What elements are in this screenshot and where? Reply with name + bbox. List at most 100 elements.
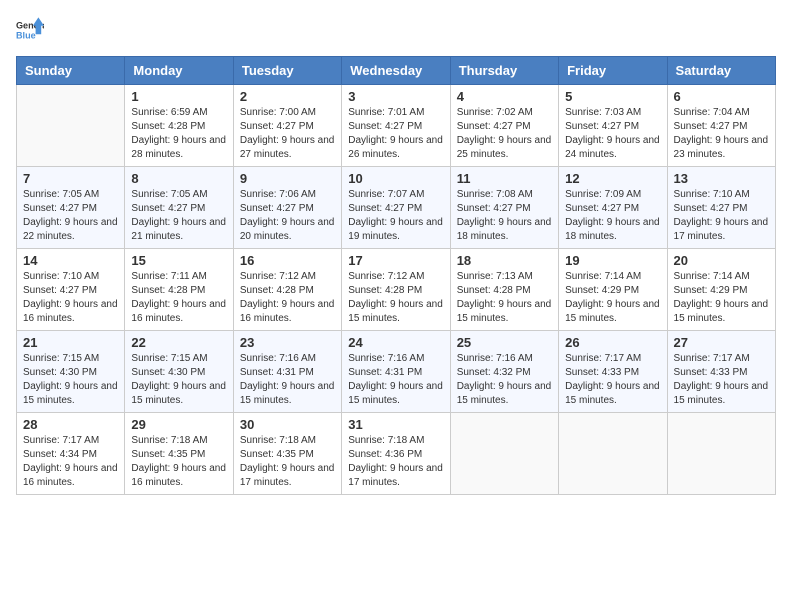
day-number: 31: [348, 417, 443, 432]
day-info: Sunrise: 7:16 AMSunset: 4:32 PMDaylight:…: [457, 352, 552, 408]
calendar-week-4: 21 Sunrise: 7:15 AMSunset: 4:30 PMDayligh…: [17, 331, 776, 413]
calendar-cell: 17 Sunrise: 7:12 AMSunset: 4:28 PMDayligh…: [342, 249, 450, 331]
day-info: Sunrise: 7:17 AMSunset: 4:33 PMDaylight:…: [674, 352, 769, 408]
day-info: Sunrise: 7:00 AMSunset: 4:27 PMDaylight:…: [240, 106, 335, 162]
day-info: Sunrise: 7:17 AMSunset: 4:33 PMDaylight:…: [565, 352, 660, 408]
calendar-cell: 13 Sunrise: 7:10 AMSunset: 4:27 PMDayligh…: [667, 167, 775, 249]
day-info: Sunrise: 7:10 AMSunset: 4:27 PMDaylight:…: [23, 270, 118, 326]
day-info: Sunrise: 7:02 AMSunset: 4:27 PMDaylight:…: [457, 106, 552, 162]
calendar-cell: 15 Sunrise: 7:11 AMSunset: 4:28 PMDayligh…: [125, 249, 233, 331]
calendar-cell: 8 Sunrise: 7:05 AMSunset: 4:27 PMDaylight…: [125, 167, 233, 249]
calendar-cell: 1 Sunrise: 6:59 AMSunset: 4:28 PMDaylight…: [125, 85, 233, 167]
day-number: 22: [131, 335, 226, 350]
day-number: 1: [131, 89, 226, 104]
day-number: 30: [240, 417, 335, 432]
day-info: Sunrise: 7:13 AMSunset: 4:28 PMDaylight:…: [457, 270, 552, 326]
calendar-cell: 21Sunrise: 7:15 AMSunset: 4:30 PMDayligh…: [17, 331, 125, 413]
calendar-cell: [559, 413, 667, 495]
calendar-cell: 9 Sunrise: 7:06 AMSunset: 4:27 PMDaylight…: [233, 167, 341, 249]
calendar-cell: 4Sunrise: 7:02 AMSunset: 4:27 PMDaylight…: [450, 85, 558, 167]
calendar-cell: 31 Sunrise: 7:18 AMSunset: 4:36 PMDayligh…: [342, 413, 450, 495]
header-tuesday: Tuesday: [233, 57, 341, 85]
calendar-week-2: 7 Sunrise: 7:05 AMSunset: 4:27 PMDaylight…: [17, 167, 776, 249]
header: General Blue: [16, 16, 776, 44]
day-info: Sunrise: 7:16 AMSunset: 4:31 PMDaylight:…: [348, 352, 443, 408]
calendar-cell: 18Sunrise: 7:13 AMSunset: 4:28 PMDayligh…: [450, 249, 558, 331]
calendar-week-3: 14 Sunrise: 7:10 AMSunset: 4:27 PMDayligh…: [17, 249, 776, 331]
calendar-cell: 23Sunrise: 7:16 AMSunset: 4:31 PMDayligh…: [233, 331, 341, 413]
day-info: Sunrise: 7:06 AMSunset: 4:27 PMDaylight:…: [240, 188, 335, 244]
day-info: Sunrise: 7:05 AMSunset: 4:27 PMDaylight:…: [131, 188, 226, 244]
calendar-cell: [17, 85, 125, 167]
calendar-cell: 27 Sunrise: 7:17 AMSunset: 4:33 PMDayligh…: [667, 331, 775, 413]
day-info: Sunrise: 7:11 AMSunset: 4:28 PMDaylight:…: [131, 270, 226, 326]
calendar-cell: 12 Sunrise: 7:09 AMSunset: 4:27 PMDayligh…: [559, 167, 667, 249]
day-number: 5: [565, 89, 660, 104]
day-number: 17: [348, 253, 443, 268]
calendar-cell: 20 Sunrise: 7:14 AMSunset: 4:29 PMDayligh…: [667, 249, 775, 331]
day-number: 19: [565, 253, 660, 268]
day-info: Sunrise: 7:18 AMSunset: 4:35 PMDaylight:…: [240, 434, 335, 490]
calendar-cell: 29 Sunrise: 7:18 AMSunset: 4:35 PMDayligh…: [125, 413, 233, 495]
calendar-cell: [450, 413, 558, 495]
day-number: 15: [131, 253, 226, 268]
day-info: Sunrise: 7:07 AMSunset: 4:27 PMDaylight:…: [348, 188, 443, 244]
header-sunday: Sunday: [17, 57, 125, 85]
calendar-cell: [667, 413, 775, 495]
calendar-week-5: 28 Sunrise: 7:17 AMSunset: 4:34 PMDayligh…: [17, 413, 776, 495]
logo-icon: General Blue: [16, 16, 44, 44]
day-info: Sunrise: 7:18 AMSunset: 4:35 PMDaylight:…: [131, 434, 226, 490]
day-info: Sunrise: 7:14 AMSunset: 4:29 PMDaylight:…: [674, 270, 769, 326]
day-number: 21: [23, 335, 118, 350]
day-info: Sunrise: 7:18 AMSunset: 4:36 PMDaylight:…: [348, 434, 443, 490]
calendar-cell: 26 Sunrise: 7:17 AMSunset: 4:33 PMDayligh…: [559, 331, 667, 413]
calendar-cell: 24 Sunrise: 7:16 AMSunset: 4:31 PMDayligh…: [342, 331, 450, 413]
day-number: 9: [240, 171, 335, 186]
day-info: Sunrise: 7:12 AMSunset: 4:28 PMDaylight:…: [348, 270, 443, 326]
day-number: 24: [348, 335, 443, 350]
header-saturday: Saturday: [667, 57, 775, 85]
day-number: 13: [674, 171, 769, 186]
calendar-cell: 14 Sunrise: 7:10 AMSunset: 4:27 PMDayligh…: [17, 249, 125, 331]
calendar-cell: 25 Sunrise: 7:16 AMSunset: 4:32 PMDayligh…: [450, 331, 558, 413]
calendar-header-row: SundayMondayTuesdayWednesdayThursdayFrid…: [17, 57, 776, 85]
header-thursday: Thursday: [450, 57, 558, 85]
day-info: Sunrise: 6:59 AMSunset: 4:28 PMDaylight:…: [131, 106, 226, 162]
day-info: Sunrise: 7:04 AMSunset: 4:27 PMDaylight:…: [674, 106, 769, 162]
header-wednesday: Wednesday: [342, 57, 450, 85]
day-number: 25: [457, 335, 552, 350]
day-number: 23: [240, 335, 335, 350]
calendar-table: SundayMondayTuesdayWednesdayThursdayFrid…: [16, 56, 776, 495]
day-number: 8: [131, 171, 226, 186]
day-info: Sunrise: 7:17 AMSunset: 4:34 PMDaylight:…: [23, 434, 118, 490]
day-number: 20: [674, 253, 769, 268]
day-number: 26: [565, 335, 660, 350]
day-number: 11: [457, 171, 552, 186]
svg-text:Blue: Blue: [16, 30, 36, 40]
calendar-cell: 11 Sunrise: 7:08 AMSunset: 4:27 PMDayligh…: [450, 167, 558, 249]
day-number: 6: [674, 89, 769, 104]
calendar-cell: 2Sunrise: 7:00 AMSunset: 4:27 PMDaylight…: [233, 85, 341, 167]
header-friday: Friday: [559, 57, 667, 85]
day-number: 14: [23, 253, 118, 268]
calendar-cell: 3Sunrise: 7:01 AMSunset: 4:27 PMDaylight…: [342, 85, 450, 167]
day-info: Sunrise: 7:15 AMSunset: 4:30 PMDaylight:…: [131, 352, 226, 408]
calendar-cell: 28 Sunrise: 7:17 AMSunset: 4:34 PMDayligh…: [17, 413, 125, 495]
day-info: Sunrise: 7:14 AMSunset: 4:29 PMDaylight:…: [565, 270, 660, 326]
day-number: 27: [674, 335, 769, 350]
day-number: 7: [23, 171, 118, 186]
day-info: Sunrise: 7:01 AMSunset: 4:27 PMDaylight:…: [348, 106, 443, 162]
calendar-cell: 5 Sunrise: 7:03 AMSunset: 4:27 PMDaylight…: [559, 85, 667, 167]
day-info: Sunrise: 7:05 AMSunset: 4:27 PMDaylight:…: [23, 188, 118, 244]
day-number: 12: [565, 171, 660, 186]
calendar-cell: 19 Sunrise: 7:14 AMSunset: 4:29 PMDayligh…: [559, 249, 667, 331]
day-info: Sunrise: 7:08 AMSunset: 4:27 PMDaylight:…: [457, 188, 552, 244]
calendar-cell: 6 Sunrise: 7:04 AMSunset: 4:27 PMDaylight…: [667, 85, 775, 167]
day-number: 28: [23, 417, 118, 432]
calendar-cell: 16Sunrise: 7:12 AMSunset: 4:28 PMDayligh…: [233, 249, 341, 331]
day-info: Sunrise: 7:09 AMSunset: 4:27 PMDaylight:…: [565, 188, 660, 244]
day-info: Sunrise: 7:03 AMSunset: 4:27 PMDaylight:…: [565, 106, 660, 162]
day-number: 16: [240, 253, 335, 268]
day-number: 29: [131, 417, 226, 432]
day-info: Sunrise: 7:10 AMSunset: 4:27 PMDaylight:…: [674, 188, 769, 244]
